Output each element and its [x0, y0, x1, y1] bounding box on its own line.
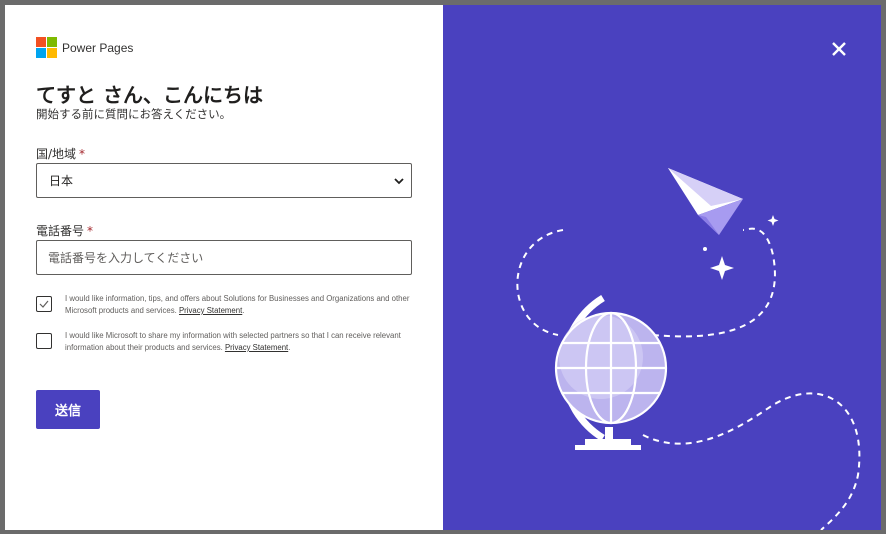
illustration-panel: [443, 5, 881, 530]
form-panel: Power Pages てすと さん、こんにちは 開始する前に質問にお答えくださ…: [5, 5, 443, 530]
microsoft-logo-icon: [36, 37, 57, 58]
consent-text-2: I would like Microsoft to share my infor…: [65, 330, 415, 354]
paper-plane-icon: [668, 168, 743, 235]
phone-label: 電話番号 *: [36, 222, 93, 239]
phone-input[interactable]: 電話番号を入力してください: [36, 240, 412, 275]
consent-checkbox-1[interactable]: [36, 296, 52, 312]
sparkle-dot: [703, 247, 707, 251]
sparkle-icon-large: [710, 256, 734, 280]
consent-text-1-suffix: .: [242, 306, 245, 315]
brand-name: Power Pages: [62, 40, 134, 55]
globe-icon: [554, 295, 668, 450]
required-mark: *: [87, 224, 94, 238]
privacy-statement-link-2[interactable]: Privacy Statement: [225, 343, 288, 352]
submit-button[interactable]: 送信: [36, 390, 100, 429]
country-label: 国/地域 *: [36, 145, 85, 162]
country-select-value: 日本: [49, 174, 74, 188]
required-mark: *: [79, 147, 86, 161]
consent-checkbox-2[interactable]: [36, 333, 52, 349]
page-title: てすと さん、こんにちは: [36, 83, 263, 107]
checkmark-icon: [39, 300, 49, 308]
consent-text-2-suffix: .: [288, 343, 291, 352]
globe-paper-plane-illustration: [516, 168, 861, 530]
country-label-text: 国/地域: [36, 147, 77, 161]
brand: Power Pages: [36, 37, 133, 58]
dashed-path-upper: [516, 227, 776, 338]
consent-text-1: I would like information, tips, and offe…: [65, 293, 415, 317]
signup-dialog: Power Pages てすと さん、こんにちは 開始する前に質問にお答えくださ…: [5, 5, 881, 530]
privacy-statement-link-1[interactable]: Privacy Statement: [179, 306, 242, 315]
dashed-path-lower: [642, 392, 861, 530]
sparkle-icon-small: [767, 215, 779, 226]
phone-input-placeholder: 電話番号を入力してください: [48, 251, 204, 265]
chevron-down-icon: [394, 178, 404, 185]
phone-label-text: 電話番号: [36, 224, 85, 238]
country-select[interactable]: 日本: [36, 163, 412, 198]
page-subtitle: 開始する前に質問にお答えください。: [36, 107, 232, 121]
